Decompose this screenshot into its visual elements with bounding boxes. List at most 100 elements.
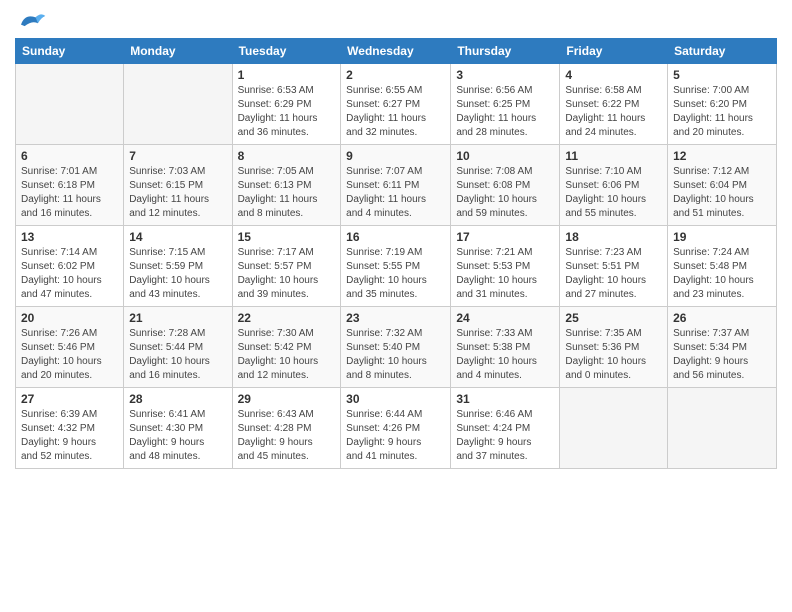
day-number: 9 [346, 149, 445, 163]
calendar-cell: 27 Sunrise: 6:39 AMSunset: 4:32 PMDayligh… [16, 388, 124, 469]
calendar-cell: 14 Sunrise: 7:15 AMSunset: 5:59 PMDayligh… [124, 226, 232, 307]
day-number: 13 [21, 230, 118, 244]
col-header-friday: Friday [560, 39, 668, 64]
day-number: 11 [565, 149, 662, 163]
day-number: 1 [238, 68, 336, 82]
calendar-cell: 25 Sunrise: 7:35 AMSunset: 5:36 PMDayligh… [560, 307, 668, 388]
day-number: 31 [456, 392, 554, 406]
day-info: Sunrise: 7:07 AMSunset: 6:11 PMDaylight:… [346, 165, 445, 221]
day-number: 10 [456, 149, 554, 163]
calendar-cell: 19 Sunrise: 7:24 AMSunset: 5:48 PMDayligh… [668, 226, 777, 307]
calendar-header-row: SundayMondayTuesdayWednesdayThursdayFrid… [16, 39, 777, 64]
day-number: 21 [129, 311, 226, 325]
calendar-cell: 4 Sunrise: 6:58 AMSunset: 6:22 PMDaylight… [560, 64, 668, 145]
day-info: Sunrise: 6:53 AMSunset: 6:29 PMDaylight:… [238, 84, 336, 140]
day-number: 19 [673, 230, 771, 244]
calendar-cell: 7 Sunrise: 7:03 AMSunset: 6:15 PMDaylight… [124, 145, 232, 226]
day-number: 18 [565, 230, 662, 244]
calendar-week-row: 27 Sunrise: 6:39 AMSunset: 4:32 PMDayligh… [16, 388, 777, 469]
calendar-week-row: 20 Sunrise: 7:26 AMSunset: 5:46 PMDayligh… [16, 307, 777, 388]
col-header-saturday: Saturday [668, 39, 777, 64]
day-info: Sunrise: 7:08 AMSunset: 6:08 PMDaylight:… [456, 165, 554, 221]
calendar-cell: 28 Sunrise: 6:41 AMSunset: 4:30 PMDayligh… [124, 388, 232, 469]
day-number: 25 [565, 311, 662, 325]
day-info: Sunrise: 7:17 AMSunset: 5:57 PMDaylight:… [238, 246, 336, 302]
calendar-table: SundayMondayTuesdayWednesdayThursdayFrid… [15, 38, 777, 469]
day-info: Sunrise: 6:56 AMSunset: 6:25 PMDaylight:… [456, 84, 554, 140]
day-info: Sunrise: 7:24 AMSunset: 5:48 PMDaylight:… [673, 246, 771, 302]
day-info: Sunrise: 6:58 AMSunset: 6:22 PMDaylight:… [565, 84, 662, 140]
day-number: 26 [673, 311, 771, 325]
day-info: Sunrise: 7:01 AMSunset: 6:18 PMDaylight:… [21, 165, 118, 221]
day-number: 6 [21, 149, 118, 163]
day-info: Sunrise: 7:03 AMSunset: 6:15 PMDaylight:… [129, 165, 226, 221]
calendar-cell: 5 Sunrise: 7:00 AMSunset: 6:20 PMDaylight… [668, 64, 777, 145]
day-info: Sunrise: 7:35 AMSunset: 5:36 PMDaylight:… [565, 327, 662, 383]
calendar-cell: 22Sunrise: 7:30 AMSunset: 5:42 PMDayligh… [232, 307, 341, 388]
calendar-week-row: 6 Sunrise: 7:01 AMSunset: 6:18 PMDaylight… [16, 145, 777, 226]
calendar-cell: 9 Sunrise: 7:07 AMSunset: 6:11 PMDaylight… [341, 145, 451, 226]
calendar-cell: 1 Sunrise: 6:53 AMSunset: 6:29 PMDaylight… [232, 64, 341, 145]
day-number: 24 [456, 311, 554, 325]
page-header [15, 10, 777, 32]
calendar-cell [124, 64, 232, 145]
day-info: Sunrise: 7:19 AMSunset: 5:55 PMDaylight:… [346, 246, 445, 302]
day-number: 17 [456, 230, 554, 244]
day-info: Sunrise: 6:39 AMSunset: 4:32 PMDaylight:… [21, 408, 118, 464]
calendar-week-row: 1 Sunrise: 6:53 AMSunset: 6:29 PMDaylight… [16, 64, 777, 145]
day-number: 22 [238, 311, 336, 325]
calendar-cell: 30 Sunrise: 6:44 AMSunset: 4:26 PMDayligh… [341, 388, 451, 469]
day-number: 5 [673, 68, 771, 82]
day-number: 2 [346, 68, 445, 82]
day-number: 3 [456, 68, 554, 82]
calendar-cell: 2 Sunrise: 6:55 AMSunset: 6:27 PMDaylight… [341, 64, 451, 145]
day-info: Sunrise: 6:44 AMSunset: 4:26 PMDaylight:… [346, 408, 445, 464]
day-number: 16 [346, 230, 445, 244]
day-info: Sunrise: 7:12 AMSunset: 6:04 PMDaylight:… [673, 165, 771, 221]
day-info: Sunrise: 7:37 AMSunset: 5:34 PMDaylight:… [673, 327, 771, 383]
calendar-cell: 16 Sunrise: 7:19 AMSunset: 5:55 PMDayligh… [341, 226, 451, 307]
day-info: Sunrise: 7:05 AMSunset: 6:13 PMDaylight:… [238, 165, 336, 221]
calendar-cell: 15 Sunrise: 7:17 AMSunset: 5:57 PMDayligh… [232, 226, 341, 307]
day-number: 28 [129, 392, 226, 406]
day-info: Sunrise: 6:55 AMSunset: 6:27 PMDaylight:… [346, 84, 445, 140]
col-header-thursday: Thursday [451, 39, 560, 64]
calendar-cell [560, 388, 668, 469]
day-number: 4 [565, 68, 662, 82]
day-number: 15 [238, 230, 336, 244]
day-info: Sunrise: 7:10 AMSunset: 6:06 PMDaylight:… [565, 165, 662, 221]
day-number: 30 [346, 392, 445, 406]
day-info: Sunrise: 7:15 AMSunset: 5:59 PMDaylight:… [129, 246, 226, 302]
day-number: 27 [21, 392, 118, 406]
day-info: Sunrise: 6:46 AMSunset: 4:24 PMDaylight:… [456, 408, 554, 464]
logo [15, 10, 47, 32]
calendar-cell: 13Sunrise: 7:14 AMSunset: 6:02 PMDayligh… [16, 226, 124, 307]
calendar-cell: 3 Sunrise: 6:56 AMSunset: 6:25 PMDaylight… [451, 64, 560, 145]
calendar-cell: 17 Sunrise: 7:21 AMSunset: 5:53 PMDayligh… [451, 226, 560, 307]
day-info: Sunrise: 7:00 AMSunset: 6:20 PMDaylight:… [673, 84, 771, 140]
day-number: 20 [21, 311, 118, 325]
calendar-cell: 12 Sunrise: 7:12 AMSunset: 6:04 PMDayligh… [668, 145, 777, 226]
calendar-cell: 21 Sunrise: 7:28 AMSunset: 5:44 PMDayligh… [124, 307, 232, 388]
day-number: 7 [129, 149, 226, 163]
calendar-cell: 10 Sunrise: 7:08 AMSunset: 6:08 PMDayligh… [451, 145, 560, 226]
calendar-cell: 6 Sunrise: 7:01 AMSunset: 6:18 PMDaylight… [16, 145, 124, 226]
day-info: Sunrise: 7:26 AMSunset: 5:46 PMDaylight:… [21, 327, 118, 383]
calendar-cell: 26 Sunrise: 7:37 AMSunset: 5:34 PMDayligh… [668, 307, 777, 388]
calendar-cell: 20 Sunrise: 7:26 AMSunset: 5:46 PMDayligh… [16, 307, 124, 388]
day-info: Sunrise: 6:41 AMSunset: 4:30 PMDaylight:… [129, 408, 226, 464]
col-header-wednesday: Wednesday [341, 39, 451, 64]
day-number: 12 [673, 149, 771, 163]
calendar-cell: 8Sunrise: 7:05 AMSunset: 6:13 PMDaylight… [232, 145, 341, 226]
col-header-tuesday: Tuesday [232, 39, 341, 64]
day-info: Sunrise: 7:28 AMSunset: 5:44 PMDaylight:… [129, 327, 226, 383]
calendar-cell: 11 Sunrise: 7:10 AMSunset: 6:06 PMDayligh… [560, 145, 668, 226]
day-info: Sunrise: 7:21 AMSunset: 5:53 PMDaylight:… [456, 246, 554, 302]
col-header-sunday: Sunday [16, 39, 124, 64]
day-info: Sunrise: 7:32 AMSunset: 5:40 PMDaylight:… [346, 327, 445, 383]
calendar-cell: 31 Sunrise: 6:46 AMSunset: 4:24 PMDayligh… [451, 388, 560, 469]
day-info: Sunrise: 6:43 AMSunset: 4:28 PMDaylight:… [238, 408, 336, 464]
calendar-cell [16, 64, 124, 145]
day-number: 23 [346, 311, 445, 325]
day-number: 14 [129, 230, 226, 244]
